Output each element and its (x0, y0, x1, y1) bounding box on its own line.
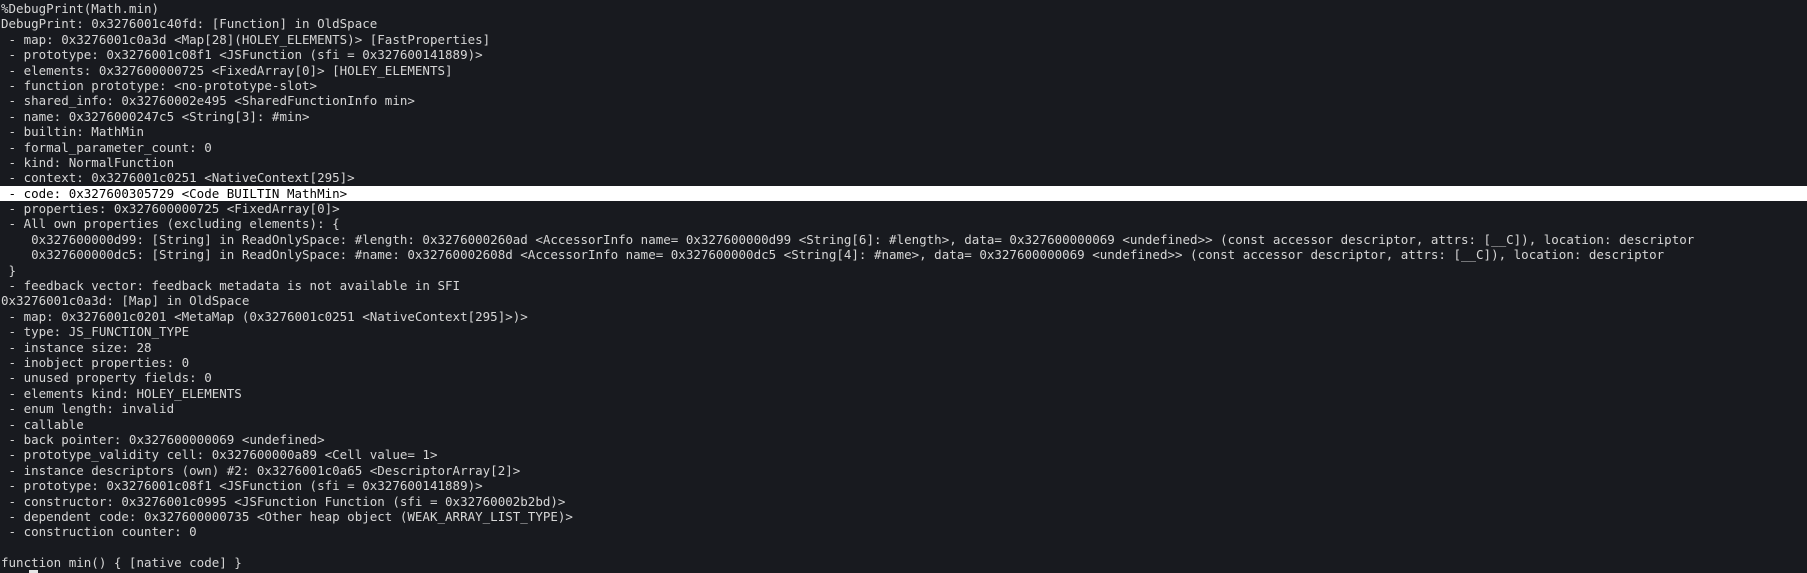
terminal-line: - enum length: invalid (1, 401, 175, 417)
terminal-line: %DebugPrint(Math.min) (1, 1, 160, 16)
terminal-line: - properties: 0x327600000725 <FixedArray… (1, 201, 340, 217)
terminal-line: - builtin: MathMin (1, 124, 144, 140)
terminal-line: function min() { [native code] } (1, 555, 242, 571)
terminal-line: DebugPrint: 0x3276001c40fd: [Function] i… (1, 16, 378, 32)
terminal-line: 0x327600000d99: [String] in ReadOnlySpac… (1, 231, 1695, 247)
terminal-line: - All own properties (excluding elements… (1, 216, 340, 232)
terminal-line: - map: 0x3276001c0a3d <Map[28](HOLEY_ELE… (1, 31, 491, 47)
terminal-output: %DebugPrint(Math.min) DebugPrint: 0x3276… (0, 1, 1807, 570)
terminal-line: - name: 0x3276000247c5 <String[3]: #min> (1, 108, 310, 124)
terminal-line: - instance size: 28 (1, 339, 152, 355)
terminal-line: - function prototype: <no-prototype-slot… (1, 77, 318, 93)
terminal-line: - constructor: 0x3276001c0995 <JSFunctio… (1, 493, 566, 509)
terminal-line: - formal_parameter_count: 0 (1, 139, 212, 155)
terminal-line: - callable (1, 416, 84, 432)
terminal-line: - dependent code: 0x327600000735 <Other … (1, 508, 573, 524)
terminal-line-selected[interactable]: - code: 0x327600305729 <Code BUILTIN Mat… (0, 185, 1807, 202)
terminal-line: - kind: NormalFunction (1, 154, 175, 170)
terminal-line: - map: 0x3276001c0201 <MetaMap (0x327600… (1, 308, 528, 324)
terminal-line: - feedback vector: feedback metadata is … (1, 278, 461, 294)
terminal-line: - shared_info: 0x32760002e495 <SharedFun… (1, 93, 415, 109)
terminal-line: - elements: 0x327600000725 <FixedArray[0… (1, 62, 453, 78)
terminal-line: - elements kind: HOLEY_ELEMENTS (1, 385, 242, 401)
terminal-line: 0x3276001c0a3d: [Map] in OldSpace (1, 293, 250, 309)
terminal-line: - prototype: 0x3276001c08f1 <JSFunction … (1, 478, 483, 494)
terminal-line: 0x327600000dc5: [String] in ReadOnlySpac… (1, 247, 1665, 263)
terminal-line: - prototype_validity cell: 0x327600000a8… (1, 447, 438, 463)
terminal-line: - back pointer: 0x327600000069 <undefine… (1, 431, 325, 447)
terminal-line: - instance descriptors (own) #2: 0x32760… (1, 462, 521, 478)
terminal-line: } (1, 262, 17, 278)
terminal-line: - context: 0x3276001c0251 <NativeContext… (1, 170, 355, 186)
terminal-window[interactable]: %DebugPrint(Math.min) DebugPrint: 0x3276… (0, 0, 1807, 573)
terminal-line: - unused property fields: 0 (1, 370, 212, 386)
terminal-line: - construction counter: 0 (1, 524, 197, 540)
terminal-line: - inobject properties: 0 (1, 354, 190, 370)
terminal-line: - type: JS_FUNCTION_TYPE (1, 324, 190, 340)
terminal-line: - prototype: 0x3276001c08f1 <JSFunction … (1, 47, 483, 63)
